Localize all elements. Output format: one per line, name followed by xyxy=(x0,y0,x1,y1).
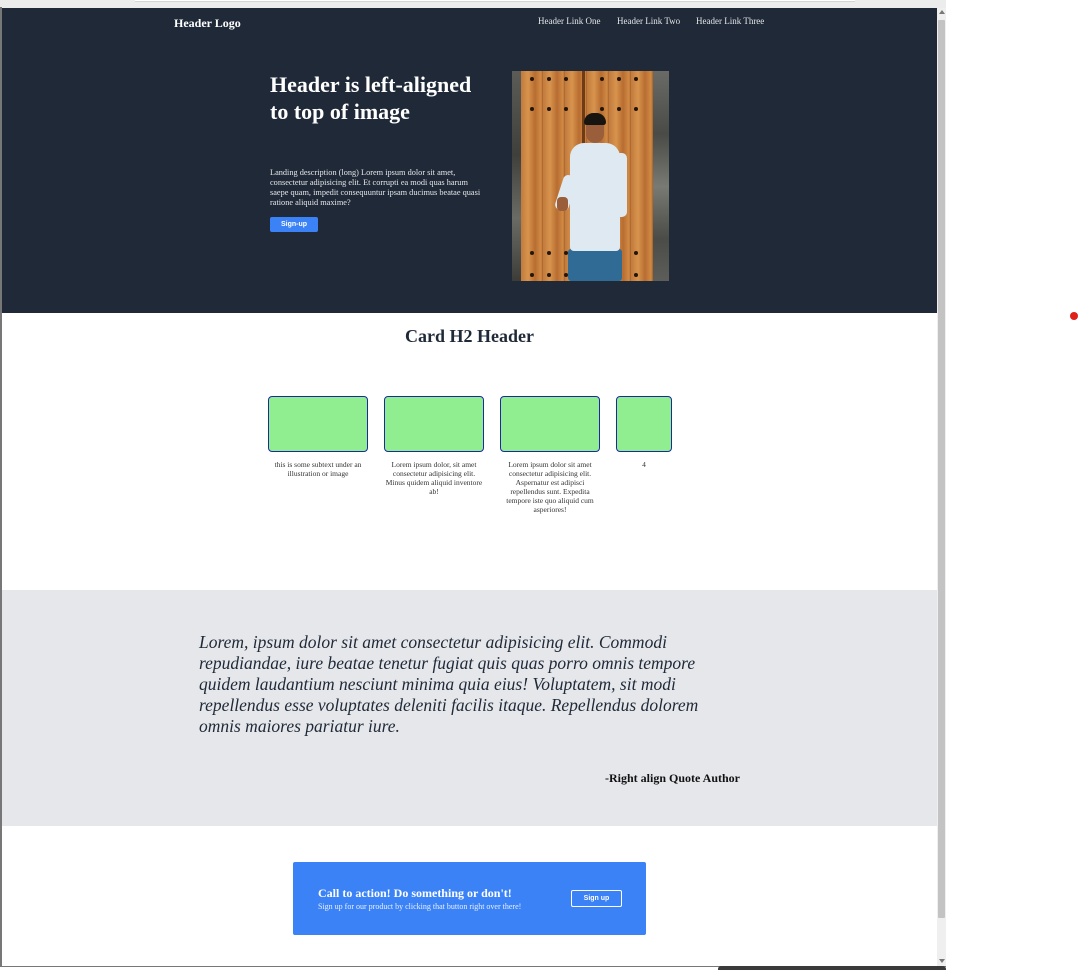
door-stud xyxy=(617,77,621,81)
card-illustration xyxy=(616,396,672,452)
card-subtext: this is some subtext under an illustrati… xyxy=(274,460,362,478)
card-illustration xyxy=(500,396,600,452)
card-subtext: Lorem ipsum dolor sit amet consectetur a… xyxy=(506,460,594,514)
record-dot-icon xyxy=(1070,312,1078,320)
scrollbar-thumb[interactable] xyxy=(938,20,945,918)
card-subtext: Lorem ipsum dolor, sit amet consectetur … xyxy=(385,460,483,496)
browser-tab[interactable] xyxy=(135,0,855,2)
card: Lorem ipsum dolor, sit amet consectetur … xyxy=(384,396,484,496)
cta-subtitle: Sign up for our product by clicking that… xyxy=(318,902,522,911)
person-arm xyxy=(615,153,627,217)
thumbs-up-hand xyxy=(557,197,568,211)
scroll-up-icon[interactable] xyxy=(939,10,945,14)
door-stud xyxy=(600,107,604,111)
hero-photo xyxy=(512,71,669,281)
door-stud xyxy=(547,251,551,255)
door-stud xyxy=(634,77,638,81)
taskbar-fragment xyxy=(718,966,946,970)
cta-title: Call to action! Do something or don't! xyxy=(318,886,512,900)
door-stud xyxy=(634,273,638,277)
card-subtext: 4 xyxy=(642,460,646,469)
card-illustration xyxy=(384,396,484,452)
hero-description: Landing description (long) Lorem ipsum d… xyxy=(270,168,481,207)
call-to-action-banner: Call to action! Do something or don't! S… xyxy=(293,862,646,935)
person-shirt xyxy=(570,143,620,251)
quote-author: -Right align Quote Author xyxy=(605,771,741,785)
door-stud xyxy=(530,251,534,255)
header-link-three[interactable]: Header Link Three xyxy=(696,16,764,26)
person-hair xyxy=(584,113,606,125)
stone-wall-left xyxy=(512,71,521,281)
quote-text: Lorem, ipsum dolor sit amet consectetur … xyxy=(199,632,699,736)
header-link-two[interactable]: Header Link Two xyxy=(617,16,680,26)
card: 4 xyxy=(616,396,672,469)
door-stud xyxy=(530,273,534,277)
door-stud xyxy=(547,273,551,277)
vertical-scrollbar[interactable] xyxy=(937,8,946,966)
cta-signup-button[interactable]: Sign up xyxy=(571,890,622,907)
door-stud xyxy=(634,251,638,255)
hero-title: Header is left-aligned to top of image xyxy=(270,72,472,124)
header-logo[interactable]: Header Logo xyxy=(174,16,241,31)
scroll-down-icon[interactable] xyxy=(939,959,945,963)
door-stud xyxy=(564,77,568,81)
hero-section: Header Logo Header Link One Header Link … xyxy=(2,8,937,313)
door-stud xyxy=(634,107,638,111)
stone-wall-right xyxy=(653,71,669,281)
header-link-one[interactable]: Header Link One xyxy=(538,16,600,26)
card-illustration xyxy=(268,396,368,452)
card: Lorem ipsum dolor sit amet consectetur a… xyxy=(500,396,600,514)
person-jeans xyxy=(568,249,622,281)
page-viewport: Header Logo Header Link One Header Link … xyxy=(2,8,937,966)
signup-button[interactable]: Sign-up xyxy=(270,217,318,232)
door-stud xyxy=(547,107,551,111)
door-stud xyxy=(530,107,534,111)
door-stud xyxy=(547,77,551,81)
door-stud xyxy=(564,107,568,111)
cards-section-title: Card H2 Header xyxy=(405,326,534,346)
door-stud xyxy=(600,77,604,81)
door-stud xyxy=(530,77,534,81)
quote-section: Lorem, ipsum dolor sit amet consectetur … xyxy=(2,590,937,826)
card: this is some subtext under an illustrati… xyxy=(268,396,368,478)
door-stud xyxy=(617,107,621,111)
